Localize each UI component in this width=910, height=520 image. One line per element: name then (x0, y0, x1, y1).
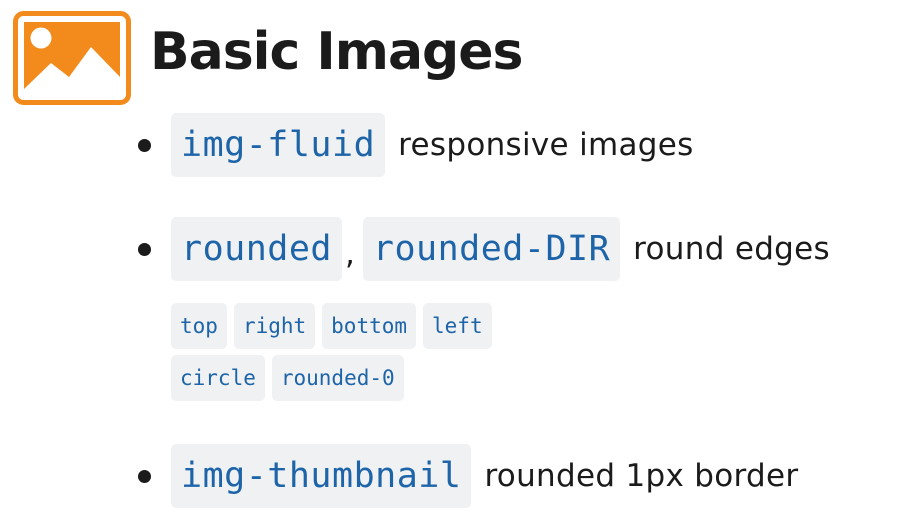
image-icon (13, 11, 131, 105)
code-img-thumbnail: img-thumbnail (171, 444, 472, 508)
separator: , (345, 236, 355, 272)
direction-chips: top right bottom left (171, 303, 499, 349)
direction-chips: circle rounded-0 (171, 355, 411, 401)
item-description: rounded 1px border (484, 458, 799, 494)
bullet (138, 470, 151, 483)
chip-rounded-0: rounded-0 (271, 355, 404, 401)
list-item: img-fluid responsive images (171, 113, 694, 177)
bullet (138, 243, 151, 256)
bullet (138, 139, 151, 152)
item-description: round edges (633, 231, 830, 267)
code-rounded-dir: rounded-DIR (362, 217, 621, 281)
page-title: Basic Images (150, 22, 523, 82)
code-rounded: rounded (171, 217, 343, 281)
chip-left: left (423, 303, 492, 349)
chip-right: right (233, 303, 316, 349)
chip-top: top (171, 303, 227, 349)
chip-bottom: bottom (322, 303, 417, 349)
list-item: img-thumbnail rounded 1px border (171, 444, 798, 508)
item-description: responsive images (398, 127, 694, 163)
chip-circle: circle (171, 355, 265, 401)
code-img-fluid: img-fluid (171, 113, 386, 177)
list-item: rounded , rounded-DIR round edges (171, 217, 830, 281)
